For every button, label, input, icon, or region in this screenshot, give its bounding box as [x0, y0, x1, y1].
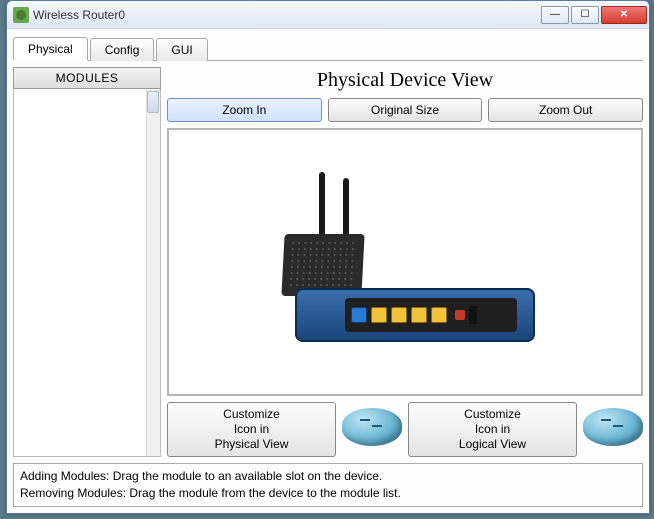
customize-physical-button[interactable]: Customize Icon in Physical View — [167, 402, 336, 457]
reset-button[interactable] — [455, 310, 465, 320]
customize-row: Customize Icon in Physical View Customiz… — [167, 402, 643, 457]
maximize-button[interactable]: ☐ — [571, 6, 599, 24]
router-icon — [583, 402, 643, 448]
lan-port-2[interactable] — [391, 307, 407, 323]
maximize-icon: ☐ — [581, 10, 590, 20]
customize-logical-button[interactable]: Customize Icon in Logical View — [408, 402, 577, 457]
lan-port-1[interactable] — [371, 307, 387, 323]
window-title: Wireless Router0 — [33, 8, 125, 22]
lan-port-4[interactable] — [431, 307, 447, 323]
wan-port[interactable] — [351, 307, 367, 323]
wifi-panel-icon — [281, 234, 364, 296]
sidebar: MODULES — [13, 67, 161, 457]
router-chassis — [295, 288, 535, 342]
router-icon — [342, 402, 402, 448]
scrollbar-track[interactable] — [146, 89, 160, 456]
router-device[interactable] — [275, 172, 535, 352]
close-icon: ✕ — [620, 10, 628, 20]
modules-list[interactable] — [13, 89, 161, 457]
zoom-row: Zoom In Original Size Zoom Out — [167, 98, 643, 122]
original-size-button[interactable]: Original Size — [328, 98, 483, 122]
lan-port-3[interactable] — [411, 307, 427, 323]
zoom-out-button[interactable]: Zoom Out — [488, 98, 643, 122]
page-title: Physical Device View — [167, 69, 643, 92]
minimize-button[interactable]: — — [541, 6, 569, 24]
scrollbar-thumb[interactable] — [147, 91, 159, 113]
power-port[interactable] — [469, 306, 477, 324]
tab-physical[interactable]: Physical — [13, 37, 88, 61]
help-line-2: Removing Modules: Drag the module from t… — [20, 485, 636, 502]
client-area: Physical Config GUI MODULES Physical Dev… — [7, 29, 649, 513]
titlebar[interactable]: Wireless Router0 — ☐ ✕ — [7, 1, 649, 29]
close-button[interactable]: ✕ — [601, 6, 647, 24]
device-view[interactable] — [167, 128, 643, 396]
app-window: Wireless Router0 — ☐ ✕ Physical Config G… — [6, 0, 650, 514]
modules-header[interactable]: MODULES — [13, 67, 161, 89]
tab-gui[interactable]: GUI — [156, 38, 207, 61]
tab-list: Physical Config GUI — [13, 35, 643, 61]
zoom-in-button[interactable]: Zoom In — [167, 98, 322, 122]
help-text: Adding Modules: Drag the module to an av… — [13, 463, 643, 507]
minimize-icon: — — [550, 10, 560, 20]
app-icon — [13, 7, 29, 23]
help-line-1: Adding Modules: Drag the module to an av… — [20, 468, 636, 485]
tab-config[interactable]: Config — [90, 38, 155, 61]
tab-body: MODULES Physical Device View Zoom In Ori… — [13, 61, 643, 457]
router-backpanel — [345, 298, 517, 332]
main-panel: Physical Device View Zoom In Original Si… — [167, 67, 643, 457]
window-buttons: — ☐ ✕ — [539, 6, 647, 24]
